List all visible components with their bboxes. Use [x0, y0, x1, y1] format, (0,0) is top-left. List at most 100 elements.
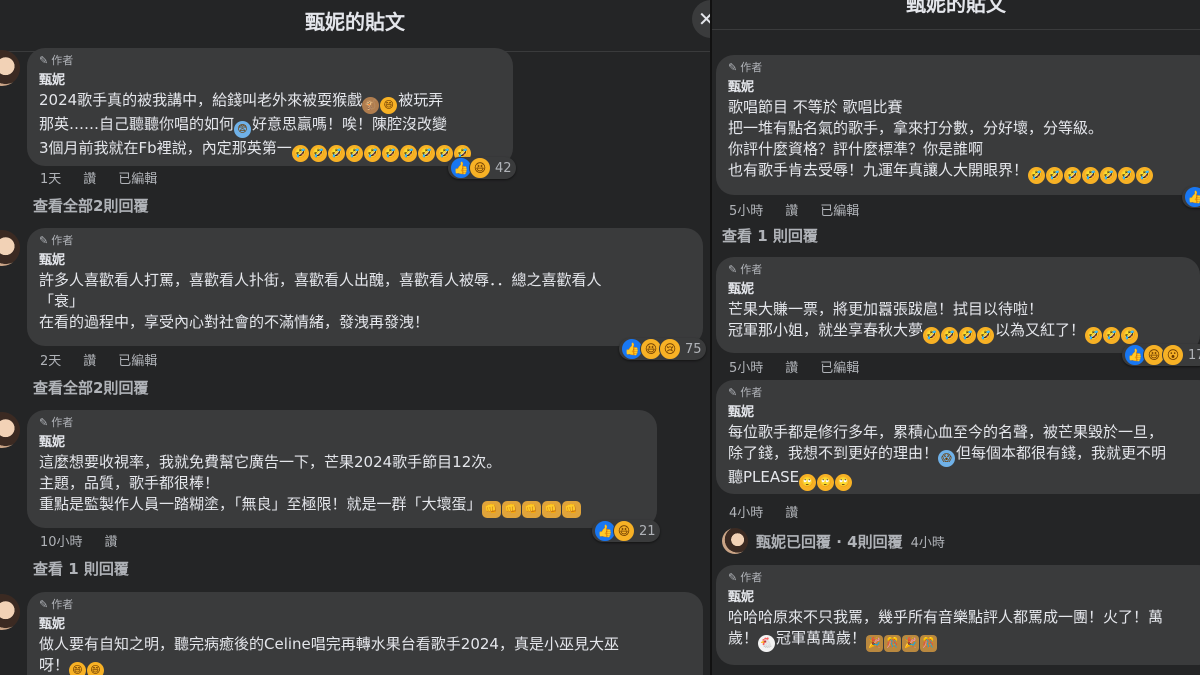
- rofl-emoji-icon: 🤣: [1100, 167, 1118, 184]
- like-link[interactable]: 讚: [83, 350, 96, 369]
- comment-text-part: 2024歌手真的被我講中，給錢叫老外來被耍猴戲: [39, 91, 363, 109]
- reaction-summary[interactable]: 👍 😆 42: [448, 157, 516, 179]
- rolling-eyes-emoji-icon: 🙄: [799, 474, 817, 491]
- monkey-emoji-icon: 🐒: [362, 97, 380, 114]
- comment-text-part: 這麼想要收視率，我就免費幫它廣告一下，芒果2024歌手節目12次。 主題，品質，…: [39, 453, 502, 513]
- celebration-emoji-icon: 🎊: [920, 635, 938, 652]
- pencil-icon: ✎: [39, 54, 49, 67]
- like-link[interactable]: 讚: [83, 168, 96, 187]
- rofl-emoji-icon: 🤣: [345, 145, 363, 162]
- comment-bubble: ✎ 作者 甄妮 許多人喜歡看人打罵，喜歡看人扑街，喜歡看人出醜，喜歡看人被辱．．總…: [27, 228, 703, 346]
- comment-bubble: ✎ 作者 甄妮 2024歌手真的被我講中，給錢叫老外來被耍猴戲 🐒 😄 被玩弄 那英………: [27, 48, 513, 166]
- reaction-summary[interactable]: 👍 😆 😢 75: [619, 338, 706, 360]
- pencil-icon: ✎: [728, 61, 738, 74]
- edited-label: 已編輯: [820, 204, 860, 219]
- reaction-count: 42: [495, 160, 512, 176]
- pencil-icon: ✎: [728, 571, 738, 584]
- comment-time[interactable]: 10小時: [40, 531, 83, 550]
- commenter-name[interactable]: 甄妮: [39, 252, 691, 270]
- author-badge-label: 作者: [740, 386, 763, 399]
- rofl-emoji-icon: 🤣: [399, 145, 417, 162]
- commenter-name[interactable]: 甄妮: [728, 281, 1188, 299]
- comment-meta: 2天 讚 已編輯: [40, 350, 157, 369]
- avatar[interactable]: [0, 594, 20, 630]
- commenter-name[interactable]: 甄妮: [728, 404, 1200, 422]
- commenter-name[interactable]: 甄妮: [39, 72, 501, 90]
- comment-meta: 4小時 讚: [729, 502, 798, 521]
- comment-text: 哈哈哈原來不只我罵，幾乎所有音樂點評人都罵成一團！火了！萬 歲！ 🐔 冠軍萬萬歲！ 🎉…: [728, 607, 1200, 652]
- comment-text: 這麼想要收視率，我就免費幫它廣告一下，芒果2024歌手節目12次。 主題，品質，…: [39, 452, 645, 518]
- reaction-summary[interactable]: 👍 😆 21: [592, 520, 660, 542]
- author-badge-label: 作者: [51, 54, 74, 67]
- view-replies-link[interactable]: 查看全部2則回覆: [33, 195, 148, 216]
- rofl-emoji-icon: 🤣: [923, 327, 941, 344]
- comment-meta: 10小時 讚: [40, 531, 118, 550]
- rofl-emoji-icon: 🤣: [309, 145, 327, 162]
- fist-emoji-icon: 👊: [561, 501, 581, 518]
- like-link[interactable]: 讚: [105, 531, 118, 550]
- comment-text: 許多人喜歡看人打罵，喜歡看人扑街，喜歡看人出醜，喜歡看人被辱．．總之喜歡看人 「…: [39, 271, 602, 331]
- commenter-name[interactable]: 甄妮: [728, 589, 1200, 607]
- reply-summary[interactable]: 甄妮已回覆 · 4則回覆 4小時: [722, 528, 945, 554]
- rofl-emoji-icon: 🤣: [1046, 167, 1064, 184]
- reaction-count: 75: [685, 341, 702, 357]
- scream-emoji-icon: 😱: [938, 450, 956, 467]
- comment-meta: 5小時 讚 已編輯: [729, 200, 859, 219]
- reaction-summary[interactable]: 👍😆😮 17: [1122, 344, 1200, 366]
- commenter-name[interactable]: 甄妮: [39, 616, 691, 634]
- like-link[interactable]: 讚: [785, 200, 798, 219]
- fist-emoji-icon: 👊: [481, 501, 501, 518]
- comment-text: 芒果大賺一票，將更加囂張跋扈！拭目以待啦！ 冠軍那小姐，就坐享春秋大夢 🤣 🤣 🤣 🤣 以…: [728, 299, 1188, 344]
- avatar: [722, 528, 748, 554]
- author-badge: ✎ 作者: [728, 263, 1188, 277]
- reaction-count: 17: [1188, 347, 1200, 363]
- author-badge-label: 作者: [740, 571, 763, 584]
- like-link[interactable]: 讚: [785, 502, 798, 521]
- rofl-emoji-icon: 🤣: [1118, 167, 1136, 184]
- view-replies-link[interactable]: 查看全部2則回覆: [33, 377, 148, 398]
- comment-bubble: ✎ 作者 甄妮 每位歌手都是修行多年，累積心血至今的名聲，被芒果毀於一旦， 除了錢…: [716, 380, 1200, 494]
- reply-summary-time: 4小時: [910, 535, 945, 551]
- avatar[interactable]: [0, 412, 20, 448]
- rofl-emoji-icon: 🤣: [1085, 327, 1103, 344]
- author-badge: ✎ 作者: [39, 598, 691, 612]
- reply-summary-text: 甄妮已回覆 · 4則回覆: [756, 532, 903, 551]
- edited-label: 已編輯: [118, 172, 158, 187]
- celebration-emoji-icon: 🎊: [884, 635, 902, 652]
- party-popper-emoji-icon: 🎉: [866, 635, 884, 652]
- comment-time[interactable]: 2天: [40, 350, 61, 369]
- author-badge: ✎ 作者: [728, 571, 1200, 585]
- rofl-emoji-icon: 🤣: [291, 145, 309, 162]
- comment-bubble: ✎ 作者 甄妮 芒果大賺一票，將更加囂張跋扈！拭目以待啦！ 冠軍那小姐，就坐享春秋…: [716, 257, 1200, 353]
- sad-icon: 😢: [659, 338, 681, 360]
- comment-text-part: 冠軍萬萬歲！: [776, 629, 867, 647]
- pencil-icon: ✎: [39, 234, 49, 247]
- comment-time[interactable]: 4小時: [729, 502, 763, 521]
- fearful-emoji-icon: 😨: [234, 121, 252, 138]
- reaction-summary[interactable]: 👍: [1182, 186, 1200, 208]
- comment-text: 做人要有自知之明，聽完病癒後的Celine唱完再轉水果台看歌手2024，真是小巫…: [39, 634, 691, 675]
- comment-time[interactable]: 5小時: [729, 357, 763, 376]
- comment-text: 2024歌手真的被我講中，給錢叫老外來被耍猴戲 🐒 😄 被玩弄 那英……自己聽聽你唱的…: [39, 90, 501, 162]
- rofl-emoji-icon: 🤣: [941, 327, 959, 344]
- comment-time[interactable]: 5小時: [729, 200, 763, 219]
- view-replies-link[interactable]: 查看 1 則回覆: [722, 225, 818, 246]
- grin-emoji-icon: 😄: [380, 97, 398, 114]
- fist-emoji-icon: 👊: [521, 501, 541, 518]
- rolling-eyes-emoji-icon: 🙄: [817, 474, 835, 491]
- commenter-name[interactable]: 甄妮: [39, 434, 645, 452]
- haha-icon: 😆: [613, 520, 635, 542]
- rofl-emoji-icon: 🤣: [1136, 167, 1154, 184]
- avatar[interactable]: [0, 50, 20, 86]
- rofl-emoji-icon: 🤣: [1028, 167, 1046, 184]
- like-link[interactable]: 讚: [785, 357, 798, 376]
- chicken-emoji-icon: 🐔: [758, 635, 776, 652]
- comment-bubble: ✎ 作者 甄妮 做人要有自知之明，聽完病癒後的Celine唱完再轉水果台看歌手20…: [27, 592, 703, 675]
- fist-emoji-icon: 👊: [541, 501, 561, 518]
- edited-label: 已編輯: [118, 354, 158, 369]
- pencil-icon: ✎: [39, 416, 49, 429]
- avatar[interactable]: [0, 230, 20, 266]
- comment-time[interactable]: 1天: [40, 168, 61, 187]
- commenter-name[interactable]: 甄妮: [728, 79, 1200, 97]
- view-replies-link[interactable]: 查看 1 則回覆: [33, 558, 129, 579]
